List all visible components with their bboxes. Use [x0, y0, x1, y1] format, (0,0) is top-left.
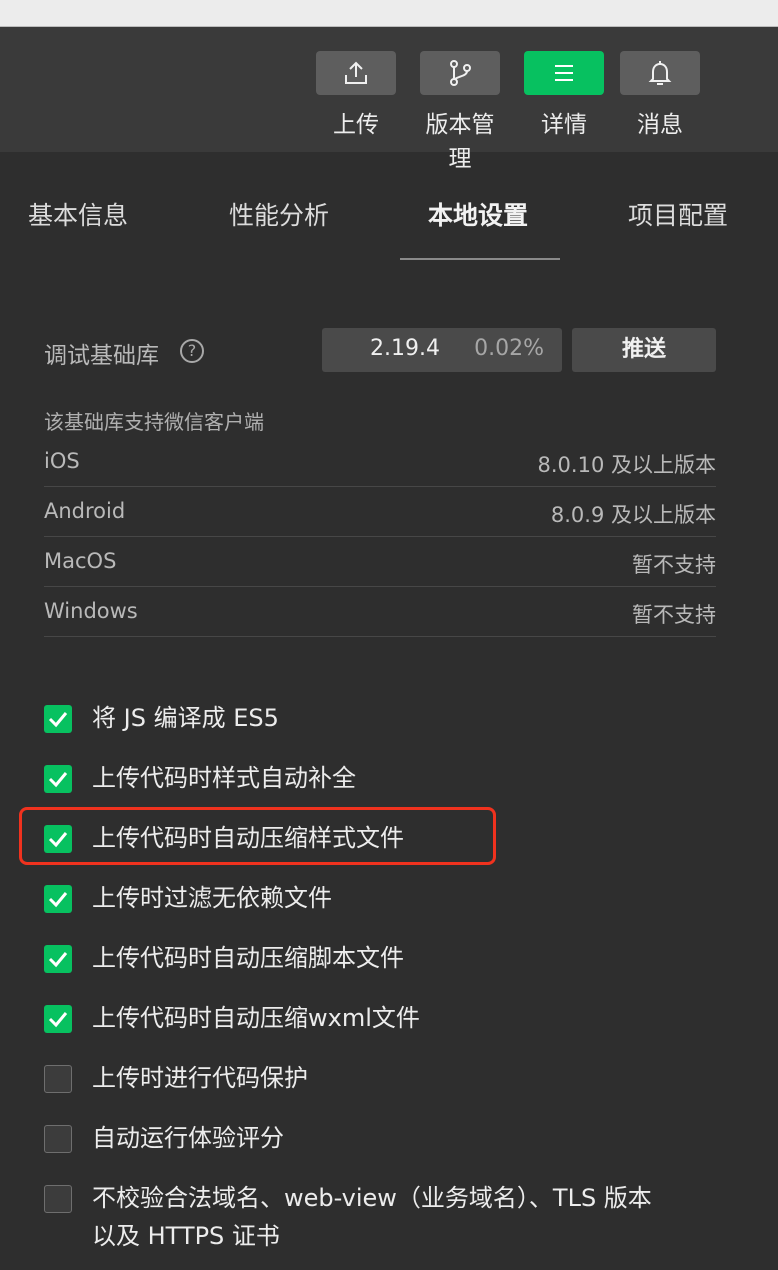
support-version: 8.0.10 及以上版本 [537, 453, 716, 477]
upload-icon [345, 61, 367, 84]
version-value: 2.19.4 [370, 336, 440, 361]
option-label: 不校验合法域名、web-view（业务域名）、TLS 版本以及 HTTPS 证书 [92, 1184, 652, 1250]
active-tab-indicator [400, 258, 560, 260]
support-platform: Android [44, 499, 126, 523]
version-select[interactable]: 2.19.4 0.02% [322, 328, 562, 372]
tab-project-config[interactable]: 项目配置 [628, 196, 728, 232]
messages-tool[interactable]: 消息 [620, 51, 700, 139]
upload-label: 上传 [333, 112, 379, 138]
checkbox[interactable] [44, 765, 72, 793]
checkbox[interactable] [44, 1005, 72, 1033]
tab-basic-info[interactable]: 基本信息 [28, 196, 128, 232]
messages-label: 消息 [637, 112, 683, 138]
details-tool[interactable]: 详情 [524, 51, 604, 139]
support-version: 8.0.9 及以上版本 [550, 503, 716, 527]
toolbar: 上传 版本管理 详情 消息 [0, 27, 778, 172]
support-row: Android 8.0.9 及以上版本 [44, 486, 716, 537]
option-label: 将 JS 编译成 ES5 [92, 704, 279, 732]
support-version: 暂不支持 [632, 603, 716, 627]
support-platform: MacOS [44, 549, 117, 573]
support-platform: Windows [44, 599, 138, 623]
highlight-box [19, 807, 496, 865]
debug-lib-row: 调试基础库 ? 2.19.4 0.02% 推送 [44, 328, 716, 372]
tab-bar: 基本信息 性能分析 本地设置 项目配置 [0, 152, 778, 260]
option-label: 上传代码时样式自动补全 [92, 764, 356, 792]
messages-button[interactable] [620, 51, 700, 95]
checkbox[interactable] [44, 1065, 72, 1093]
checkbox[interactable] [44, 705, 72, 733]
checkbox[interactable] [44, 1185, 72, 1213]
window-top-strip [0, 0, 778, 27]
checkmark-icon [48, 712, 68, 728]
support-row: iOS 8.0.10 及以上版本 [44, 436, 716, 487]
upload-button[interactable] [316, 51, 396, 95]
details-button[interactable] [524, 51, 604, 95]
menu-icon [555, 65, 573, 81]
support-platform: iOS [44, 449, 80, 473]
branch-icon [450, 60, 471, 86]
checkmark-icon [48, 952, 68, 968]
version-management-button[interactable] [420, 51, 500, 95]
checkbox[interactable] [44, 1125, 72, 1153]
support-row: MacOS 暂不支持 [44, 536, 716, 587]
bell-icon [648, 61, 672, 85]
help-icon[interactable]: ? [180, 339, 204, 363]
checkmark-icon [48, 772, 68, 788]
option-label: 上传时进行代码保护 [92, 1064, 308, 1092]
details-label: 详情 [541, 112, 587, 138]
option-label: 自动运行体验评分 [92, 1124, 284, 1152]
checkbox[interactable] [44, 945, 72, 973]
debug-lib-label: 调试基础库 [44, 343, 159, 369]
support-title: 该基础库支持微信客户端 [44, 410, 264, 434]
option-label: 上传代码时自动压缩脚本文件 [92, 944, 404, 972]
checkmark-icon [48, 892, 68, 908]
support-row: Windows 暂不支持 [44, 586, 716, 637]
version-percent: 0.02% [474, 336, 544, 361]
checkbox[interactable] [44, 885, 72, 913]
push-button[interactable]: 推送 [572, 328, 716, 372]
checkmark-icon [48, 1012, 68, 1028]
tab-performance[interactable]: 性能分析 [229, 196, 329, 232]
option-label: 上传代码时自动压缩wxml文件 [92, 1004, 420, 1032]
option-label: 上传时过滤无依赖文件 [92, 884, 332, 912]
upload-tool[interactable]: 上传 [316, 51, 396, 139]
support-version: 暂不支持 [632, 553, 716, 577]
tab-local-settings[interactable]: 本地设置 [428, 196, 528, 232]
